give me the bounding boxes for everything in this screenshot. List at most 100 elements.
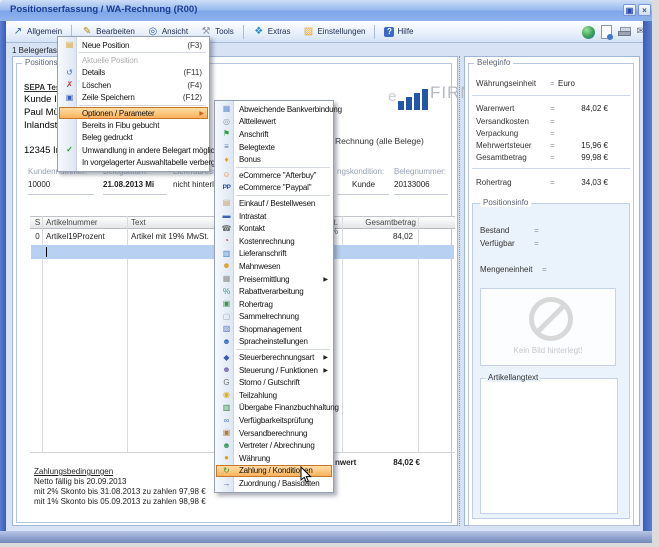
- menu-item-storno-gutschrift[interactable]: GStorno / Gutschrift: [216, 376, 332, 389]
- menu-item-spracheinstellungen[interactable]: ☻Spracheinstellungen: [216, 336, 332, 349]
- menu-item-bereits-in-fibu-gebucht[interactable]: Bereits in Fibu gebucht: [59, 119, 208, 131]
- col-header-text[interactable]: Text: [131, 218, 146, 227]
- menu-separator: [79, 105, 206, 106]
- toolbar-button-extras[interactable]: ❖Extras: [247, 25, 297, 39]
- menu-item-label: Einkauf / Bestellwesen: [235, 199, 315, 208]
- menu-item-label: Altteilewert: [235, 117, 276, 126]
- menu-item-aktuelle-position[interactable]: Aktuelle Position: [59, 54, 208, 66]
- row-cell-artikelnummer[interactable]: Artikel19Prozent: [46, 232, 105, 241]
- menu-item-rohertrag[interactable]: ▣Rohertrag: [216, 298, 332, 311]
- language-person-icon: ☻: [218, 338, 235, 346]
- menu-item-umwandlung-in-andere-belegart-m-glich[interactable]: ✓Umwandlung in andere Belegart möglich: [59, 144, 208, 156]
- menu-item-sammelrechnung[interactable]: ▢Sammelrechnung: [216, 311, 332, 324]
- menu-item-anschrift[interactable]: ⚑Anschrift: [216, 128, 332, 141]
- toolbar-button-hilfe[interactable]: ?Hilfe: [378, 25, 419, 39]
- artikellangtext-box[interactable]: [480, 378, 618, 514]
- menu-item-abweichende-bankverbindung[interactable]: ▦Abweichende Bankverbindung: [216, 103, 332, 116]
- menu-item-vertreter-abrechnung[interactable]: ☻Vertreter / Abrechnung: [216, 439, 332, 452]
- menu-item-rabattverarbeitung[interactable]: %Rabattverarbeitung: [216, 285, 332, 298]
- panel-splitter[interactable]: [459, 56, 463, 526]
- row-cell-text[interactable]: Artikel mit 19% MwSt.: [131, 232, 209, 241]
- menu-item-label: Verfügbarkeitsprüfung: [235, 416, 313, 425]
- fibu-ledger-icon: ▥: [218, 404, 235, 412]
- menu-item-zuordnung-basisdaten[interactable]: →Zuordnung / Basisdaten: [216, 477, 332, 490]
- paypal-icon: PP: [218, 184, 235, 192]
- menu-item-verf-gbarkeitspr-fung[interactable]: ∞Verfügbarkeitsprüfung: [216, 414, 332, 427]
- title-bar[interactable]: Positionserfassung / WA-Rechnung (R00): [0, 0, 652, 22]
- menu-item-label: Sammelrechnung: [235, 312, 299, 321]
- verpackung-label: Verpackung: [476, 129, 518, 138]
- row-cell-s[interactable]: 0: [33, 232, 42, 241]
- menu-separator: [236, 195, 330, 196]
- bonus-icon: ♦: [218, 156, 235, 164]
- payment-line-2: mit 2% Skonto bis 31.08.2013 zu zahlen 9…: [34, 487, 206, 496]
- menu-separator: [236, 167, 330, 168]
- menu-item-optionen-parameter[interactable]: Optionen / Parameter▶: [59, 107, 208, 119]
- menu-item-label: Zeile Speichern: [78, 93, 135, 102]
- article-image-placeholder: Kein Bild hinterlegt!: [480, 288, 616, 366]
- details-icon: ↺: [61, 69, 78, 77]
- menu-item-label: Kostenrechnung: [235, 237, 294, 246]
- menu-item-kostenrechnung[interactable]: ◔Kostenrechnung: [216, 235, 332, 248]
- menu-item-teilzahlung[interactable]: ◉Teilzahlung: [216, 389, 332, 402]
- menu-item-label: Versandberechnung: [235, 429, 307, 438]
- check-icon: ✓: [61, 146, 78, 154]
- menu-item-ecommerce-afterbuy[interactable]: ☺eCommerce "Afterbuy": [216, 169, 332, 182]
- menu-item-label: Vertreter / Abrechnung: [235, 441, 315, 450]
- credit-note-icon: G: [218, 379, 235, 387]
- menu-item-label: Beleg gedruckt: [78, 133, 133, 142]
- sync-globe-icon[interactable]: [582, 26, 595, 39]
- menu-item-shopmanagement[interactable]: ▨Shopmanagement: [216, 323, 332, 336]
- col-header-gesamtbetrag[interactable]: Gesamtbetrag: [345, 218, 416, 227]
- menu-item-label: Bereits in Fibu gebucht: [78, 121, 159, 130]
- no-image-icon: [529, 297, 573, 341]
- toolbar-button-label: Tools: [215, 27, 234, 36]
- row-cell-gesamtbetrag[interactable]: 84,02: [345, 232, 413, 241]
- menu-item-altteilewert[interactable]: ◎Altteilewert: [216, 116, 332, 129]
- menu-item-l-schen[interactable]: ✗Löschen(F4): [59, 79, 208, 91]
- menu-item-bergabe-finanzbuchhaltung[interactable]: ▥Übergabe Finanzbuchhaltung: [216, 402, 332, 415]
- menu-item-label: Steuerberechnungsart: [235, 353, 314, 362]
- close-button[interactable]: ×: [638, 4, 651, 16]
- menu-item-bonus[interactable]: ♦Bonus: [216, 153, 332, 166]
- menu-item-neue-position[interactable]: ▤Neue Position(F3): [59, 39, 208, 51]
- restore-button[interactable]: ▣: [623, 4, 636, 16]
- menu-item-lieferanschrift[interactable]: ▥Lieferanschrift: [216, 248, 332, 261]
- menu-item-in-vorgelagerter-auswahltabelle-verbergen[interactable]: In vorgelagerter Auswahltabelle verberge…: [59, 157, 208, 169]
- menu-item-label: Details: [78, 68, 105, 77]
- menu-item-intrastat[interactable]: ▬Intrastat: [216, 210, 332, 223]
- col-header-artikelnummer[interactable]: Artikelnummer: [46, 218, 98, 227]
- bestand-row: Bestand =: [480, 226, 600, 236]
- menu-item-zeile-speichern[interactable]: ▣Zeile Speichern(F12): [59, 92, 208, 104]
- menu-item-mahnwesen[interactable]: ☻Mahnwesen: [216, 260, 332, 273]
- menu-item-label: eCommerce "Afterbuy": [235, 171, 316, 180]
- logo-partial-text: e: [388, 88, 396, 105]
- menu-item-details[interactable]: ↺Details(F11): [59, 67, 208, 79]
- print-icon[interactable]: [618, 27, 631, 37]
- positionsinfo-legend: Positionsinfo: [480, 198, 531, 207]
- document-icon[interactable]: [601, 25, 612, 39]
- toolbar-button-einstellungen[interactable]: ▨Einstellungen: [296, 25, 371, 39]
- no-image-text: Kein Bild hinterlegt!: [481, 346, 615, 355]
- menu-item-beleg-gedruckt[interactable]: Beleg gedruckt: [59, 132, 208, 144]
- payment-line-3: mit 1% Skonto bis 05.09.2013 zu zahlen 9…: [34, 497, 206, 506]
- verpackung-row: Verpackung =: [476, 129, 608, 139]
- menu-item-belegtexte[interactable]: ≡Belegtexte: [216, 141, 332, 154]
- window-shadow-bottom: [0, 543, 652, 547]
- verfuegbar-row: Verfügbar =: [480, 239, 600, 249]
- field-underline: [28, 194, 94, 195]
- menu-item-steuerberechnungsart[interactable]: ◆Steuerberechnungsart▶: [216, 351, 332, 364]
- menu-item-w-hrung[interactable]: ●Währung: [216, 452, 332, 465]
- menu-item-versandberechnung[interactable]: ▣Versandberechnung: [216, 427, 332, 440]
- menu-item-steuerung-funktionen[interactable]: ☻Steuerung / Funktionen▶: [216, 364, 332, 377]
- belegnummer-label: Belegnummer:: [394, 167, 446, 176]
- menu-item-zahlung-konditionen[interactable]: ↻Zahlung / Konditionen: [216, 465, 332, 478]
- menu-item-label: Rohertrag: [235, 300, 273, 309]
- col-header-s[interactable]: S: [33, 218, 42, 227]
- menu-item-preisermittlung[interactable]: ▦Preisermittlung▶: [216, 273, 332, 286]
- menu-item-label: Preisermittlung: [235, 275, 289, 284]
- toolbar-separator: [243, 25, 244, 39]
- menu-item-ecommerce-paypal[interactable]: PPeCommerce "Paypal": [216, 182, 332, 195]
- menu-item-einkauf-bestellwesen[interactable]: ▤Einkauf / Bestellwesen: [216, 197, 332, 210]
- menu-item-kontakt[interactable]: ☎Kontakt: [216, 222, 332, 235]
